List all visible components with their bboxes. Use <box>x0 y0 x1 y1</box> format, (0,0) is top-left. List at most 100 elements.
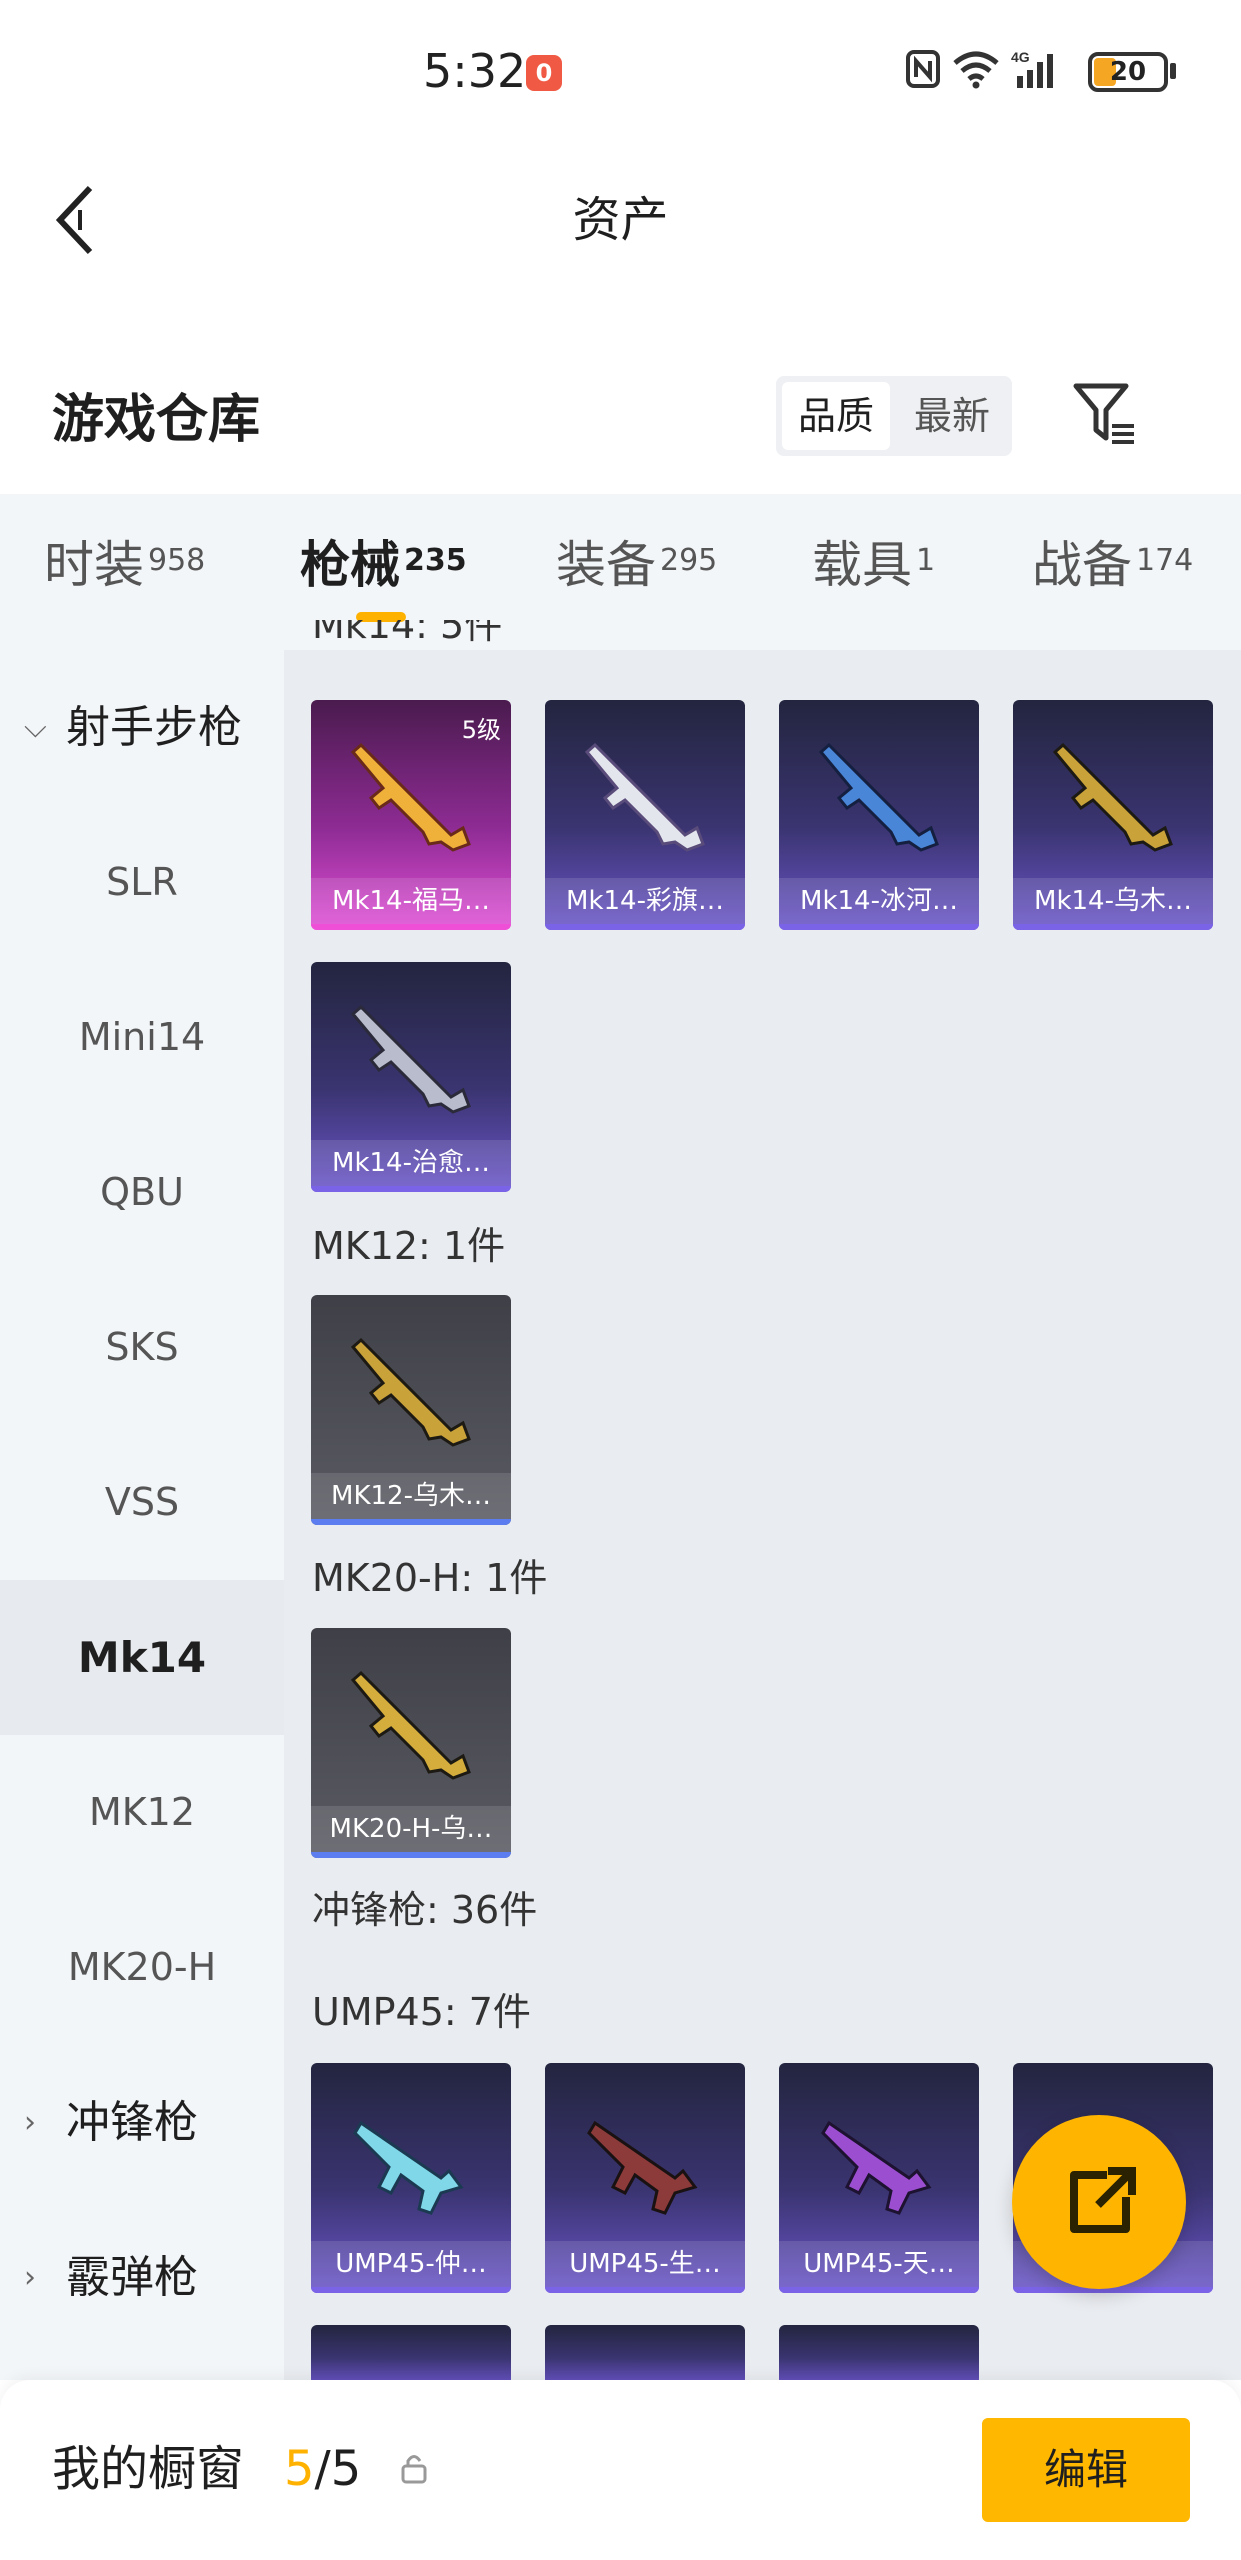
sidebar-item-mk20h[interactable]: MK20-H <box>0 1890 284 2045</box>
tab-firearms-label: 枪械 <box>300 536 400 594</box>
section-title-mk12: MK12: 1件 <box>312 1224 506 1268</box>
rifle-icon <box>350 1337 471 1447</box>
battery-indicator: 20 <box>1088 52 1168 92</box>
status-icons: 4G <box>905 44 1067 94</box>
rarity-strip <box>1013 924 1213 930</box>
tab-supplies[interactable]: 战备 174 <box>1032 530 1193 600</box>
weapon-card[interactable]: Mk14-治愈… <box>311 962 511 1192</box>
smg-icon <box>587 2120 698 2215</box>
tab-fashion-count: 958 <box>148 543 206 578</box>
card-name: UMP45-天… <box>779 2241 979 2287</box>
tab-vehicles-count: 1 <box>916 543 936 578</box>
wifi-icon <box>953 51 999 89</box>
tab-fashion-label: 时装 <box>44 536 144 594</box>
tab-vehicles-label: 载具 <box>812 536 912 594</box>
weapon-card[interactable]: Mk14-乌木… <box>1013 700 1213 930</box>
tab-vehicles[interactable]: 载具 1 <box>812 530 935 600</box>
showcase-count-current: 5 <box>284 2441 315 2497</box>
sidebar-group-label: 射手步枪 <box>66 702 242 753</box>
lock-icon <box>401 2455 427 2484</box>
rarity-strip <box>545 2287 745 2293</box>
weapon-card[interactable]: MK12-乌木… <box>311 1295 511 1525</box>
page-title: 资产 <box>572 192 669 248</box>
tab-equipment-count: 295 <box>660 543 718 578</box>
weapon-card[interactable]: UMP45-生… <box>545 2063 745 2293</box>
notification-badge: 0 <box>526 55 562 91</box>
card-level: 5级 <box>461 716 501 744</box>
card-name: UMP45-仲… <box>311 2241 511 2287</box>
showcase-count-separator: / <box>314 2441 331 2497</box>
sidebar-item-vss[interactable]: VSS <box>0 1425 284 1580</box>
rifle-icon <box>1052 742 1173 852</box>
weapon-card[interactable] <box>311 2325 511 2385</box>
tab-fashion[interactable]: 时装 958 <box>44 530 205 600</box>
rifle-icon <box>584 742 705 852</box>
card-name: Mk14-冰河… <box>779 878 979 924</box>
filter-funnel-icon[interactable] <box>1070 380 1140 450</box>
cellular-signal-icon: 4G <box>1011 49 1053 88</box>
tab-equipment[interactable]: 装备 295 <box>556 530 717 600</box>
tab-firearms[interactable]: 枪械 235 <box>300 530 467 600</box>
card-name: MK12-乌木… <box>311 1473 511 1519</box>
weapon-card[interactable]: UMP45-天… <box>779 2063 979 2293</box>
card-name: Mk14-彩旗… <box>545 878 745 924</box>
sidebar-item-mini14[interactable]: Mini14 <box>0 960 284 1115</box>
sidebar-item-mk14[interactable]: Mk14 <box>0 1580 284 1735</box>
smg-icon <box>353 2120 464 2215</box>
tab-supplies-count: 174 <box>1136 543 1194 578</box>
rarity-strip <box>311 1186 511 1192</box>
rarity-strip <box>779 924 979 930</box>
weapon-card[interactable]: 5级 Mk14-福马… <box>311 700 511 930</box>
status-time: 5:32 <box>423 44 527 98</box>
weapon-card[interactable]: Mk14-彩旗… <box>545 700 745 930</box>
card-name: Mk14-乌木… <box>1013 878 1213 924</box>
rarity-strip <box>311 924 511 930</box>
card-name: Mk14-福马… <box>311 878 511 924</box>
rarity-strip <box>311 1519 511 1525</box>
sort-quality-button[interactable]: 品质 <box>782 382 890 450</box>
edit-button[interactable]: 编辑 <box>982 2418 1190 2522</box>
section-title-smg: 冲锋枪: 36件 <box>312 1888 538 1932</box>
section-title-mk20h: MK20-H: 1件 <box>312 1556 548 1600</box>
chevron-right-icon: › <box>24 2260 36 2295</box>
sort-newest-button[interactable]: 最新 <box>898 382 1006 450</box>
warehouse-title: 游戏仓库 <box>52 390 261 450</box>
sidebar-group-label: 霰弹枪 <box>66 2252 198 2303</box>
weapon-card[interactable]: UMP45-仲… <box>311 2063 511 2293</box>
sidebar-item-qbu[interactable]: QBU <box>0 1115 284 1270</box>
showcase-count-total: 5 <box>330 2441 362 2497</box>
sidebar-item-slr[interactable]: SLR <box>0 805 284 960</box>
rifle-icon <box>350 1670 471 1780</box>
share-button[interactable] <box>1012 2115 1186 2289</box>
chevron-down-icon: ⌵ <box>24 710 47 745</box>
card-name: Mk14-治愈… <box>311 1140 511 1186</box>
rarity-strip <box>545 924 745 930</box>
card-name: MK20-H-乌… <box>311 1806 511 1852</box>
rifle-icon <box>350 1004 471 1114</box>
weapon-card[interactable]: Mk14-冰河… <box>779 700 979 930</box>
card-background <box>545 2325 745 2385</box>
tab-firearms-count: 235 <box>404 543 467 578</box>
battery-level: 20 <box>1109 57 1147 87</box>
sidebar-item-mk12[interactable]: MK12 <box>0 1735 284 1890</box>
svg-text:4G: 4G <box>1011 49 1030 65</box>
rarity-strip <box>311 1852 511 1858</box>
sidebar-group-label: 冲锋枪 <box>66 2097 198 2148</box>
card-background <box>311 2325 511 2385</box>
share-external-icon <box>1070 2167 1136 2233</box>
sidebar-group-shotgun[interactable]: › 霰弹枪 <box>0 2200 284 2355</box>
weapon-card[interactable] <box>545 2325 745 2385</box>
sort-toggle: 品质 最新 <box>776 376 1012 456</box>
chevron-right-icon: › <box>24 2105 36 2140</box>
sidebar-group-smg[interactable]: › 冲锋枪 <box>0 2045 284 2200</box>
weapon-card[interactable] <box>779 2325 979 2385</box>
sidebar-item-sks[interactable]: SKS <box>0 1270 284 1425</box>
section-title-ump45: UMP45: 7件 <box>312 1990 531 2034</box>
sidebar-group-marksman[interactable]: ⌵ 射手步枪 <box>0 650 284 805</box>
rifle-icon <box>818 742 939 852</box>
rarity-strip <box>779 2287 979 2293</box>
weapon-card[interactable]: MK20-H-乌… <box>311 1628 511 1858</box>
section-title-mk14: Mk14: 5件 <box>312 620 503 647</box>
smg-icon <box>821 2120 932 2215</box>
nfc-icon <box>906 50 940 88</box>
